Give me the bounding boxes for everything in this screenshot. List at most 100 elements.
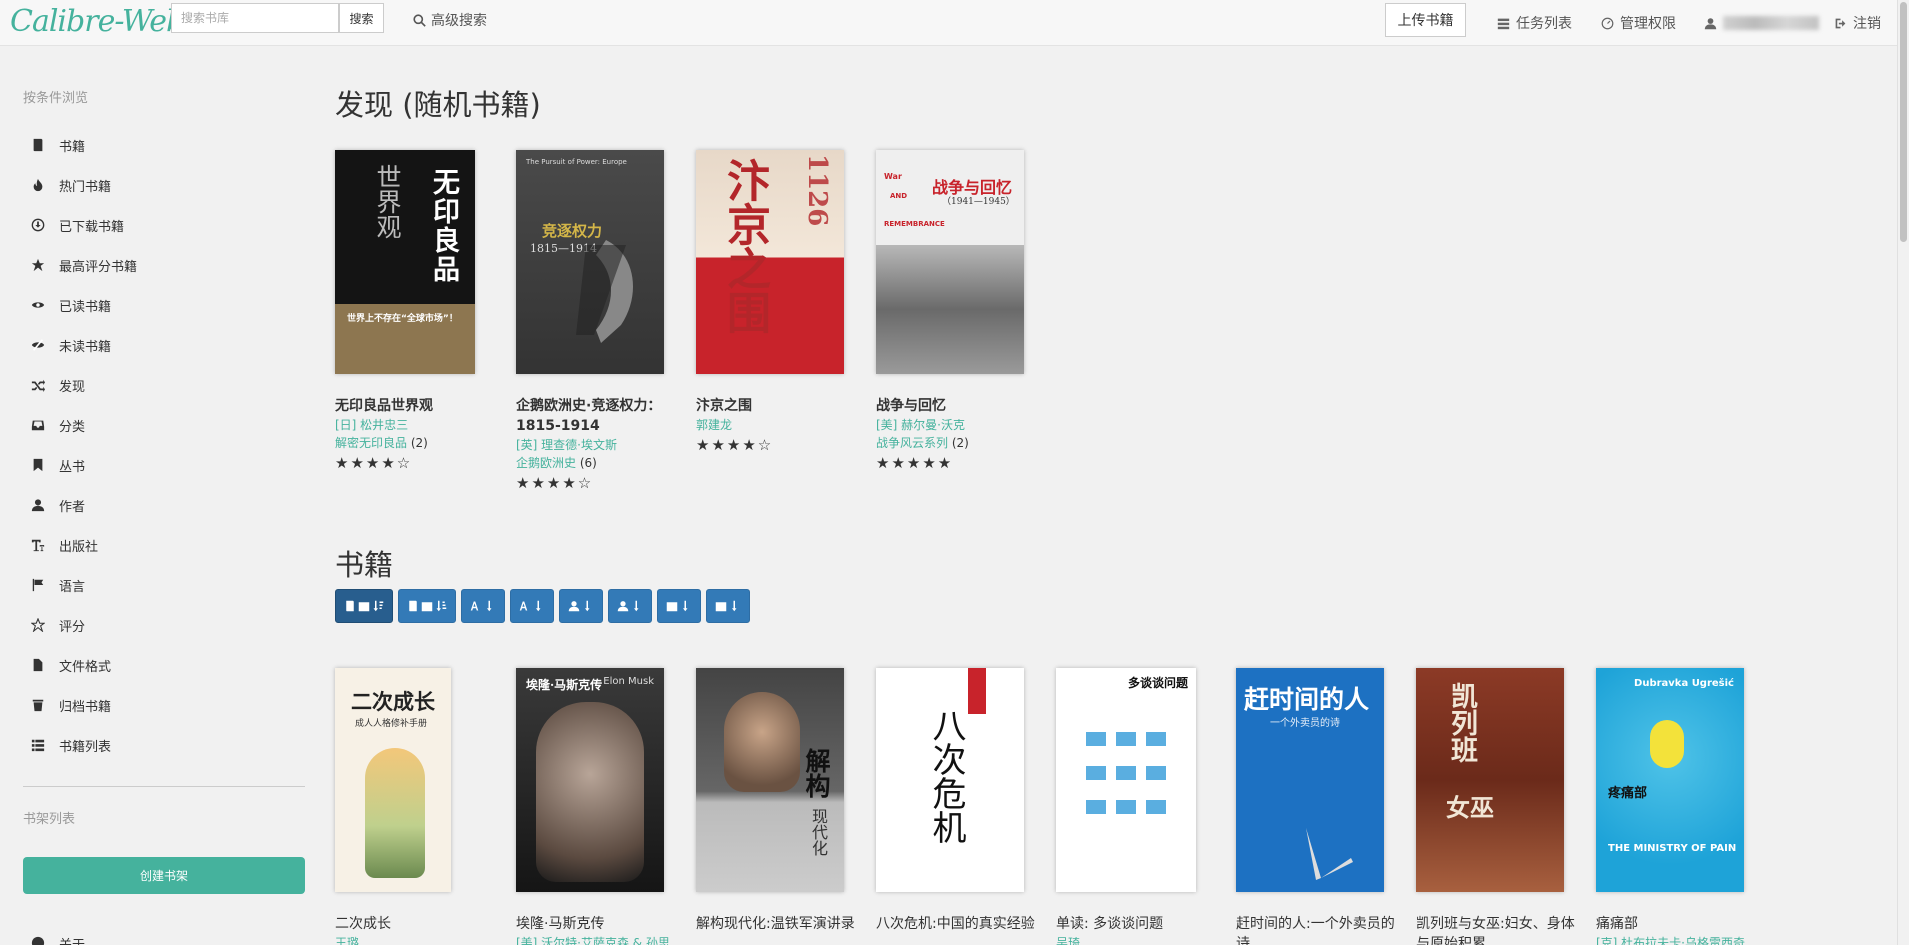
logout-link[interactable]: 注销 bbox=[1834, 0, 1881, 46]
book-card: 八次危机 八次危机:中国的真实经验 bbox=[876, 668, 1036, 934]
cover-text: 八次危机 bbox=[926, 708, 966, 844]
user-profile-link[interactable] bbox=[1704, 0, 1819, 46]
app-logo[interactable]: Calibre-Web bbox=[10, 4, 185, 39]
sidebar-item-categories[interactable]: 分类 bbox=[31, 415, 85, 435]
rating-stars: ★★★★☆ bbox=[516, 474, 594, 492]
book-title[interactable]: 赶时间的人:一个外卖员的诗 bbox=[1236, 914, 1396, 945]
book-icon bbox=[33, 138, 43, 152]
search-button[interactable]: 搜索 bbox=[339, 3, 384, 33]
flag-icon bbox=[32, 578, 44, 592]
book-title[interactable]: 汴京之围 bbox=[696, 396, 856, 416]
book-author[interactable]: [英] 理查德·埃文斯 bbox=[516, 436, 676, 454]
upload-button[interactable]: 上传书籍 bbox=[1385, 3, 1466, 37]
alphabet-icon bbox=[519, 601, 528, 611]
advanced-search-link[interactable]: 高级搜索 bbox=[413, 10, 487, 30]
book-author[interactable]: 郭建龙 bbox=[696, 416, 856, 434]
search-input[interactable] bbox=[171, 3, 339, 33]
page-scrollbar[interactable] bbox=[1897, 0, 1909, 945]
book-cover[interactable]: 埃隆·马斯克传 Elon Musk bbox=[516, 668, 664, 892]
discover-book: 无印良品 世界观 世界上不存在“全球市场”！ 无印良品世界观 [日] 松井忠三 … bbox=[335, 150, 495, 472]
book-title[interactable]: 痛痛部 bbox=[1596, 914, 1756, 934]
series-name[interactable]: 企鹅欧洲史 bbox=[516, 456, 576, 470]
sidebar-item-publishers[interactable]: 出版社 bbox=[31, 535, 98, 555]
sort-pubdate-oldest-button[interactable] bbox=[706, 589, 750, 623]
admin-link[interactable]: 管理权限 bbox=[1601, 0, 1676, 46]
sort-title-desc-button[interactable] bbox=[510, 589, 554, 623]
sidebar-item-series[interactable]: 丛书 bbox=[31, 455, 85, 475]
book-author[interactable]: [克] 杜布拉夫卡·乌格雷西奇 bbox=[1596, 934, 1756, 945]
book-author[interactable]: 王璐 bbox=[335, 934, 495, 945]
rating-stars: ★★★★★ bbox=[876, 454, 954, 472]
sidebar-item-label: 书籍列表 bbox=[59, 739, 112, 755]
create-shelf-button[interactable]: 创建书架 bbox=[23, 857, 305, 894]
series-name[interactable]: 解密无印良品 bbox=[335, 436, 407, 450]
admin-label: 管理权限 bbox=[1620, 16, 1676, 32]
book-series[interactable]: 解密无印良品 (2) bbox=[335, 434, 495, 452]
sidebar-item-downloaded[interactable]: 已下载书籍 bbox=[31, 215, 124, 235]
book-cover[interactable]: 解构 现代化 bbox=[696, 668, 844, 892]
book-card: Dubravka Ugrešić 疼痛部 THE MINISTRY OF PAI… bbox=[1596, 668, 1756, 945]
sidebar-item-archived[interactable]: 归档书籍 bbox=[31, 695, 111, 715]
sidebar-item-discover[interactable]: 发现 bbox=[31, 375, 85, 395]
sort-author-desc-button[interactable] bbox=[608, 589, 652, 623]
book-cover[interactable]: 二次成长 成人人格修补手册 bbox=[335, 668, 451, 892]
book-cover[interactable]: 汴京之围 1126 bbox=[696, 150, 844, 374]
sidebar-item-authors[interactable]: 作者 bbox=[31, 495, 85, 515]
sidebar-item-label: 最高评分书籍 bbox=[59, 259, 138, 275]
sidebar-item-about[interactable]: 关于 bbox=[31, 933, 85, 945]
logout-icon bbox=[1835, 18, 1846, 28]
book-title[interactable]: 单读: 多谈谈问题 bbox=[1056, 914, 1216, 934]
sort-pubdate-newest-button[interactable] bbox=[657, 589, 701, 623]
sidebar-item-top-rated[interactable]: 最高评分书籍 bbox=[31, 255, 137, 275]
book-series[interactable]: 战争风云系列 (2) bbox=[876, 434, 1036, 452]
book-title[interactable]: 战争与回忆 bbox=[876, 396, 1036, 416]
book-cover[interactable]: 赶时间的人 一个外卖员的诗 bbox=[1236, 668, 1384, 892]
sidebar-item-languages[interactable]: 语言 bbox=[31, 575, 85, 595]
sidebar-item-read[interactable]: 已读书籍 bbox=[31, 295, 111, 315]
book-cover[interactable]: 无印良品 世界观 世界上不存在“全球市场”！ bbox=[335, 150, 475, 374]
tasks-link[interactable]: 任务列表 bbox=[1497, 0, 1572, 46]
sidebar-item-ratings[interactable]: 评分 bbox=[31, 615, 85, 635]
folder-grid-art bbox=[1086, 732, 1166, 814]
scrollbar-thumb[interactable] bbox=[1900, 2, 1907, 242]
book-cover[interactable]: Dubravka Ugrešić 疼痛部 THE MINISTRY OF PAI… bbox=[1596, 668, 1744, 892]
clock-hands-art bbox=[1306, 828, 1353, 880]
series-name[interactable]: 战争风云系列 bbox=[876, 436, 948, 450]
book-author[interactable]: [美] 沃尔特·艾萨克森 & 孙思 bbox=[516, 934, 676, 945]
book-cover[interactable]: 战争与回忆 （1941—1945） War AND REMEMBRANCE bbox=[876, 150, 1024, 374]
sidebar-item-unread[interactable]: 未读书籍 bbox=[31, 335, 111, 355]
book-title[interactable]: 解构现代化:温铁军演讲录 bbox=[696, 914, 856, 934]
book-author[interactable]: [日] 松井忠三 bbox=[335, 416, 495, 434]
sidebar-item-label: 关于 bbox=[59, 937, 86, 945]
sidebar-item-formats[interactable]: 文件格式 bbox=[31, 655, 111, 675]
book-author[interactable]: [美] 赫尔曼·沃克 bbox=[876, 416, 1036, 434]
sidebar-item-label: 未读书籍 bbox=[59, 339, 112, 355]
sort-oldest-button[interactable] bbox=[398, 589, 456, 623]
book-cover[interactable]: The Pursuit of Power: Europe 竞逐权力 1815—1… bbox=[516, 150, 664, 374]
cover-text: 无印良品 bbox=[428, 168, 459, 284]
sidebar-item-hot[interactable]: 热门书籍 bbox=[31, 175, 111, 195]
cover-text: 世界上不存在“全球市场”！ bbox=[347, 314, 458, 324]
book-title[interactable]: 无印良品世界观 bbox=[335, 396, 495, 416]
book-author[interactable]: 吴琦 bbox=[1056, 934, 1216, 945]
logout-label: 注销 bbox=[1853, 16, 1881, 32]
book-title[interactable]: 二次成长 bbox=[335, 914, 495, 934]
book-cover[interactable]: 多谈谈问题 bbox=[1056, 668, 1196, 892]
sidebar-item-book-list[interactable]: 书籍列表 bbox=[31, 735, 111, 755]
sort-desc-icon bbox=[373, 600, 384, 612]
sidebar-item-books[interactable]: 书籍 bbox=[31, 135, 85, 155]
book-title[interactable]: 埃隆·马斯克传 bbox=[516, 914, 676, 934]
book-cover[interactable]: 凯列班 女巫 bbox=[1416, 668, 1564, 892]
sort-newest-button[interactable] bbox=[335, 589, 393, 623]
sort-author-asc-button[interactable] bbox=[559, 589, 603, 623]
book-title[interactable]: 凯列班与女巫:妇女、身体与原始积累 bbox=[1416, 914, 1576, 945]
sort-asc-icon bbox=[436, 600, 447, 612]
book-cover[interactable]: 八次危机 bbox=[876, 668, 1024, 892]
cover-text: 成人人格修补手册 bbox=[355, 719, 428, 729]
book-series[interactable]: 企鹅欧洲史 (6) bbox=[516, 454, 676, 472]
book-title[interactable]: 企鹅欧洲史·竞逐权力：1815-1914 bbox=[516, 396, 676, 436]
series-count: (2) bbox=[951, 436, 969, 450]
sort-title-asc-button[interactable] bbox=[461, 589, 505, 623]
discover-book: 战争与回忆 （1941—1945） War AND REMEMBRANCE 战争… bbox=[876, 150, 1036, 472]
book-title[interactable]: 八次危机:中国的真实经验 bbox=[876, 914, 1036, 934]
